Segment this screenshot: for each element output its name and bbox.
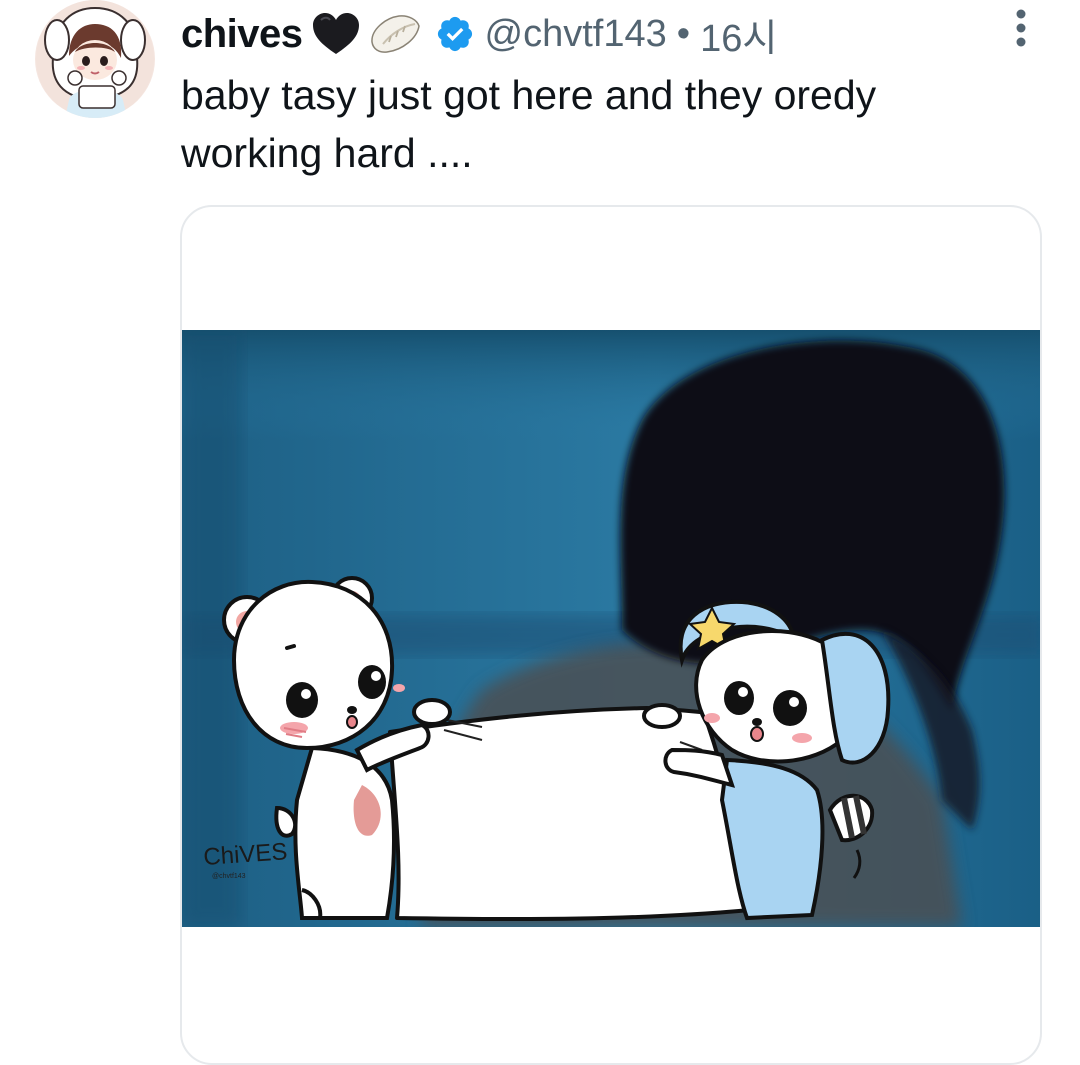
tweet-text: baby tasy just got here and they oredy w… [181, 72, 877, 176]
display-name[interactable]: chives [181, 12, 303, 57]
watermark-sub-text: @chvtf143 [212, 873, 246, 880]
media-card[interactable]: ChiVES @chvtf143 [180, 205, 1042, 1065]
more-options-icon[interactable] [1008, 8, 1034, 50]
tweet-header: chives @chvtf143 • 16시 [181, 8, 777, 60]
dumpling-icon [369, 12, 421, 56]
tweet-photo: ChiVES @chvtf143 [182, 330, 1040, 927]
separator-dot: • [676, 12, 691, 55]
black-heart-icon [311, 12, 361, 56]
avatar-illustration [36, 0, 154, 118]
timestamp[interactable]: 16시 [700, 7, 777, 62]
media-image[interactable]: ChiVES @chvtf143 [182, 330, 1040, 927]
avatar[interactable] [35, 0, 155, 118]
user-handle[interactable]: @chvtf143 [485, 13, 667, 56]
verified-badge-icon [435, 14, 475, 54]
